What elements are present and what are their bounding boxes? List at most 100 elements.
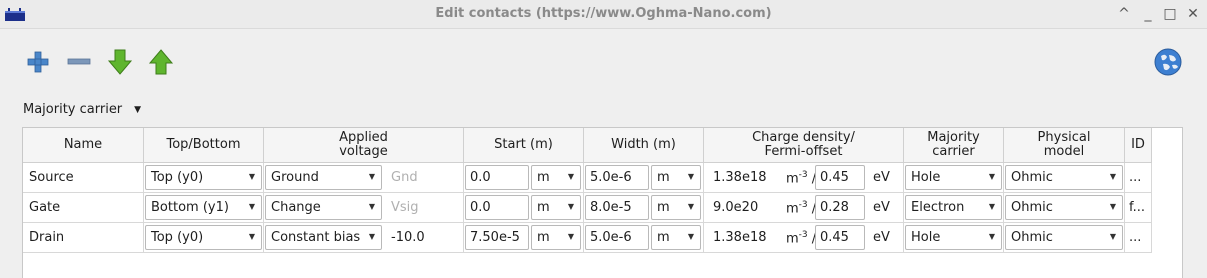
model-select[interactable]: Ohmic ▼ xyxy=(1005,165,1123,190)
chevron-down-icon: ▼ xyxy=(248,232,255,241)
start-unit-value: m xyxy=(537,200,550,215)
width-unit-value: m xyxy=(657,200,670,215)
table-row: Source Top (y0) ▼ Ground ▼ Gnd 0.0 m ▼ 5… xyxy=(23,163,1152,193)
plus-icon[interactable] xyxy=(24,48,52,76)
model-value: Ohmic xyxy=(1011,170,1053,185)
voltage-cell: Constant bias ▼ -10.0 xyxy=(264,223,464,252)
chevron-down-icon: ▼ xyxy=(248,172,255,181)
carrier-select[interactable]: Hole ▼ xyxy=(905,225,1002,250)
chevron-down-icon: ▼ xyxy=(248,202,255,211)
width-input[interactable]: 5.0e-6 xyxy=(585,225,649,250)
position-select[interactable]: Bottom (y1) ▼ xyxy=(145,195,262,220)
name-cell[interactable]: Source xyxy=(23,163,144,192)
contact-name: Gate xyxy=(29,200,61,215)
header-applied-voltage[interactable]: Applied voltage xyxy=(264,128,464,163)
model-select[interactable]: Ohmic ▼ xyxy=(1005,225,1123,250)
voltage-mode-select[interactable]: Ground ▼ xyxy=(265,165,382,190)
name-cell[interactable]: Gate xyxy=(23,193,144,222)
width-unit-select[interactable]: m ▼ xyxy=(651,165,701,190)
fermi-offset-input[interactable]: 0.45 xyxy=(815,165,865,190)
start-input[interactable]: 0.0 xyxy=(465,195,529,220)
header-charge-density[interactable]: Charge density/ Fermi-offset xyxy=(704,128,904,163)
density-cell: 9.0e20 m-3 / 0.28 eV xyxy=(704,193,904,222)
model-value: Ohmic xyxy=(1011,200,1053,215)
voltage-value[interactable]: Gnd xyxy=(391,170,418,185)
width-unit-select[interactable]: m ▼ xyxy=(651,195,701,220)
minus-icon[interactable] xyxy=(65,48,93,76)
start-input[interactable]: 7.50e-5 xyxy=(465,225,529,250)
position-value: Top (y0) xyxy=(151,170,204,185)
fermi-offset-value: 0.28 xyxy=(820,200,849,215)
title-bar: Edit contacts (https://www.Oghma-Nano.co… xyxy=(0,0,1207,29)
density-value[interactable]: 1.38e18 xyxy=(713,170,767,185)
id-cell[interactable]: f... xyxy=(1125,193,1152,222)
start-cell: 0.0 m ▼ xyxy=(464,193,584,222)
density-value[interactable]: 1.38e18 xyxy=(713,230,767,245)
model-cell: Ohmic ▼ xyxy=(1004,223,1125,252)
width-input[interactable]: 8.0e-5 xyxy=(585,195,649,220)
chevron-down-icon: ▼ xyxy=(134,104,142,115)
chevron-down-icon: ▼ xyxy=(988,232,995,241)
header-physical-model[interactable]: Physical model xyxy=(1004,128,1125,163)
voltage-value[interactable]: Vsig xyxy=(391,200,419,215)
window-close-button[interactable]: ✕ xyxy=(1183,4,1203,24)
width-unit-select[interactable]: m ▼ xyxy=(651,225,701,250)
voltage-value[interactable]: -10.0 xyxy=(391,230,425,245)
window-minimize-button[interactable]: _ xyxy=(1138,4,1158,24)
fermi-offset-input[interactable]: 0.45 xyxy=(815,225,865,250)
voltage-mode-select[interactable]: Change ▼ xyxy=(265,195,382,220)
chevron-down-icon: ▼ xyxy=(368,232,375,241)
arrow-down-icon[interactable] xyxy=(106,48,134,76)
arrow-up-icon[interactable] xyxy=(147,48,175,76)
density-value[interactable]: 9.0e20 xyxy=(713,200,758,215)
window-title: Edit contacts (https://www.Oghma-Nano.co… xyxy=(435,6,772,21)
start-input[interactable]: 0.0 xyxy=(465,165,529,190)
id-value: ... xyxy=(1129,230,1142,245)
density-unit: m-3 / xyxy=(786,170,817,187)
id-cell[interactable]: ... xyxy=(1125,223,1152,252)
window-maximize-button[interactable]: □ xyxy=(1160,4,1180,24)
model-value: Ohmic xyxy=(1011,230,1053,245)
carrier-select[interactable]: Electron ▼ xyxy=(905,195,1002,220)
start-cell: 0.0 m ▼ xyxy=(464,163,584,192)
globe-icon[interactable] xyxy=(1153,47,1183,77)
header-name[interactable]: Name xyxy=(23,128,144,163)
chevron-down-icon: ▼ xyxy=(368,202,375,211)
majority-carrier-label: Majority carrier xyxy=(23,102,123,117)
width-unit-value: m xyxy=(657,230,670,245)
majority-carrier-button[interactable]: Majority carrier ▼ xyxy=(23,102,141,120)
width-input[interactable]: 5.0e-6 xyxy=(585,165,649,190)
name-cell[interactable]: Drain xyxy=(23,223,144,252)
width-value: 8.0e-5 xyxy=(590,200,632,215)
start-unit-value: m xyxy=(537,230,550,245)
chevron-down-icon: ▼ xyxy=(1109,232,1116,241)
start-value: 7.50e-5 xyxy=(470,230,520,245)
carrier-value: Hole xyxy=(911,230,941,245)
energy-unit: eV xyxy=(873,230,890,245)
chevron-down-icon: ▼ xyxy=(368,172,375,181)
carrier-cell: Hole ▼ xyxy=(904,223,1004,252)
header-id[interactable]: ID xyxy=(1125,128,1152,163)
carrier-select[interactable]: Hole ▼ xyxy=(905,165,1002,190)
window-shade-button[interactable]: ^ xyxy=(1114,4,1134,24)
start-unit-select[interactable]: m ▼ xyxy=(531,225,581,250)
id-cell[interactable]: ... xyxy=(1125,163,1152,192)
density-cell: 1.38e18 m-3 / 0.45 eV xyxy=(704,223,904,252)
start-unit-select[interactable]: m ▼ xyxy=(531,165,581,190)
contact-name: Drain xyxy=(29,230,65,245)
chevron-down-icon: ▼ xyxy=(1109,172,1116,181)
model-select[interactable]: Ohmic ▼ xyxy=(1005,195,1123,220)
id-value: f... xyxy=(1129,200,1146,215)
chevron-down-icon: ▼ xyxy=(1109,202,1116,211)
voltage-mode-select[interactable]: Constant bias ▼ xyxy=(265,225,382,250)
header-majority-carrier[interactable]: Majority carrier xyxy=(904,128,1004,163)
position-select[interactable]: Top (y0) ▼ xyxy=(145,165,262,190)
position-select[interactable]: Top (y0) ▼ xyxy=(145,225,262,250)
header-top-bottom[interactable]: Top/Bottom xyxy=(144,128,264,163)
start-unit-select[interactable]: m ▼ xyxy=(531,195,581,220)
header-width[interactable]: Width (m) xyxy=(584,128,704,163)
density-cell: 1.38e18 m-3 / 0.45 eV xyxy=(704,163,904,192)
header-start[interactable]: Start (m) xyxy=(464,128,584,163)
contacts-table: Name Top/Bottom Applied voltage Start (m… xyxy=(22,127,1183,278)
fermi-offset-input[interactable]: 0.28 xyxy=(815,195,865,220)
